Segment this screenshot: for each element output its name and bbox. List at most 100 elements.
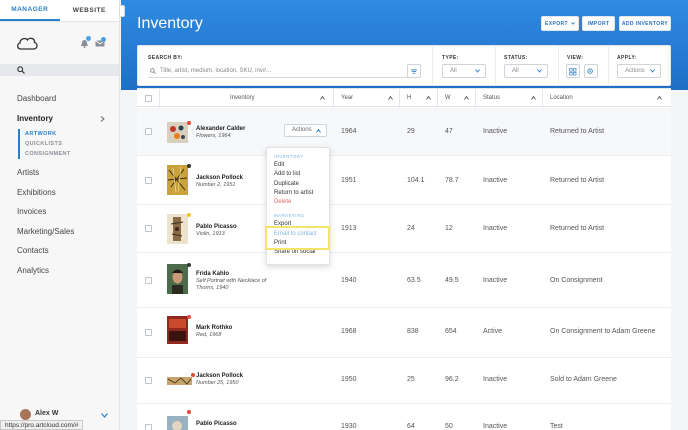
artist-name[interactable]: Pablo Picasso [196, 224, 237, 230]
artist-name[interactable]: Alexander Calder [196, 126, 245, 132]
artwork-thumbnail[interactable] [167, 264, 188, 294]
table-row[interactable]: Mark Rothko Red, 1968 1968 838 654 Activ… [137, 308, 671, 358]
table-row[interactable]: Jackson Pollock Number 25, 1950 1950 25 … [137, 358, 671, 404]
column-status[interactable]: Status [483, 89, 500, 108]
row-checkbox[interactable] [145, 225, 152, 232]
sidebar-item-label: Inventory [17, 113, 54, 123]
artwork-thumbnail[interactable] [167, 377, 192, 385]
year-cell: 1930 [341, 423, 357, 430]
sidebar-item-analytics[interactable]: Analytics [0, 261, 119, 281]
apply-actions-select[interactable]: Actions [617, 64, 661, 78]
menu-item-edit[interactable]: Edit [267, 161, 329, 170]
tab-website[interactable]: WEBSITE [59, 0, 119, 21]
artist-name[interactable]: Jackson Pollock [196, 373, 243, 379]
menu-item-add-to-list[interactable]: Add to list [267, 170, 329, 179]
artist-name[interactable]: Mark Rothko [196, 325, 232, 331]
status-value: All [512, 68, 519, 74]
type-select[interactable]: All [442, 64, 486, 78]
sort-icon[interactable] [531, 96, 536, 100]
divider [608, 46, 609, 86]
sidebar-item-inventory[interactable]: Inventory [0, 109, 119, 129]
menu-item-share-on-social[interactable]: Share on social [267, 248, 329, 257]
column-height[interactable]: H [407, 89, 411, 108]
table-row[interactable]: Alexander Calder Flowers, 1964 Actions 1… [137, 108, 671, 156]
menu-section-inventory: INVENTORY [274, 154, 304, 159]
settings-view-button[interactable] [584, 64, 598, 78]
menu-item-email-to-contact[interactable]: Email to contact [267, 230, 329, 239]
status-cell: Inactive [483, 423, 508, 430]
artwork-thumbnail[interactable] [167, 316, 188, 344]
status-select[interactable]: All [504, 64, 548, 78]
table-row[interactable]: Jackson Pollock Number 2, 1951 1951 104.… [137, 156, 671, 205]
menu-item-duplicate[interactable]: Duplicate [267, 180, 329, 189]
column-location[interactable]: Location [550, 89, 573, 108]
import-button[interactable]: IMPORT [582, 16, 615, 31]
sort-icon[interactable] [426, 96, 431, 100]
sidebar-search[interactable] [0, 64, 119, 76]
table-row[interactable]: Frida Kahlo Self Portrait with Necklace … [137, 253, 671, 308]
column-year[interactable]: Year [341, 89, 353, 108]
row-checkbox[interactable] [145, 377, 152, 384]
sidebar-item-artists[interactable]: Artists [0, 163, 119, 183]
artwork-title: Flowers, 1964 [196, 133, 231, 139]
height-cell: 838 [407, 328, 419, 335]
row-checkbox[interactable] [145, 424, 152, 430]
menu-item-print[interactable]: Print [267, 239, 329, 248]
location-cell: Returned to Artist [550, 128, 605, 135]
row-checkbox[interactable] [145, 128, 152, 135]
row-checkbox[interactable] [145, 329, 152, 336]
export-button[interactable]: EXPORT [541, 16, 579, 31]
width-cell: 47 [445, 128, 453, 135]
sidebar: MANAGER WEBSITE Dashboard Inventory ARTW… [0, 0, 120, 430]
search-input[interactable]: Title, artist, medium, location, SKU, in… [148, 65, 410, 78]
sort-icon[interactable] [464, 96, 469, 100]
sort-icon[interactable] [388, 96, 393, 100]
column-inventory[interactable]: Inventory [230, 89, 255, 108]
sidebar-item-contacts[interactable]: Contacts [0, 241, 119, 261]
width-cell: 96.2 [445, 376, 459, 383]
chevron-down-icon [475, 69, 480, 73]
sidebar-item-dashboard[interactable]: Dashboard [0, 89, 119, 109]
sort-icon[interactable] [657, 96, 662, 100]
sidebar-item-marketing-sales[interactable]: Marketing/Sales [0, 222, 119, 242]
select-all-checkbox[interactable] [145, 95, 152, 102]
row-checkbox[interactable] [145, 177, 152, 184]
height-cell: 24 [407, 225, 415, 232]
height-cell: 104.1 [407, 177, 425, 184]
add-inventory-button[interactable]: ADD INVENTORY [619, 16, 671, 31]
filter-button[interactable] [407, 64, 421, 78]
height-cell: 29 [407, 128, 415, 135]
artwork-thumbnail[interactable] [167, 165, 188, 195]
tab-manager[interactable]: MANAGER [0, 0, 60, 21]
export-label: EXPORT [545, 20, 568, 27]
status-dot [187, 263, 191, 267]
row-actions-button[interactable]: Actions [284, 124, 327, 137]
table-row[interactable]: Pablo Picasso Violin, 1913 1913 24 12 In… [137, 205, 671, 253]
sort-icon[interactable] [320, 96, 325, 100]
artwork-thumbnail[interactable] [167, 122, 188, 143]
artwork-thumbnail[interactable] [167, 214, 188, 244]
cloud-logo-icon[interactable] [16, 36, 38, 50]
sidebar-item-exhibitions[interactable]: Exhibitions [0, 183, 119, 203]
status-dot [187, 315, 191, 319]
sidebar-collapse-handle[interactable] [119, 5, 125, 17]
height-cell: 64 [407, 423, 415, 430]
subnav-artwork[interactable]: ARTWORK [25, 129, 119, 139]
artist-name[interactable]: Jackson Pollock [196, 175, 243, 181]
artwork-thumbnail[interactable] [167, 416, 188, 430]
status-cell: Active [483, 328, 503, 335]
grid-view-button[interactable] [566, 64, 580, 78]
brand-row [0, 22, 119, 64]
status-bar-url: https://pro.artcloud.com/# [0, 420, 84, 430]
menu-item-delete[interactable]: Delete [267, 198, 329, 207]
menu-item-return-to-artist[interactable]: Return to artist [267, 189, 329, 198]
subnav-consignment[interactable]: CONSIGNMENT [25, 149, 119, 159]
column-width[interactable]: W [445, 89, 451, 108]
row-checkbox[interactable] [145, 277, 152, 284]
table-row[interactable]: Pablo Picasso 1930 64 50 Inactive Test [137, 404, 671, 430]
artist-name[interactable]: Pablo Picasso [196, 421, 237, 427]
sidebar-item-invoices[interactable]: Invoices [0, 202, 119, 222]
menu-item-export[interactable]: Export [267, 220, 329, 229]
artist-name[interactable]: Frida Kahlo [196, 271, 229, 277]
subnav-quicklists[interactable]: QUICKLISTS [25, 139, 119, 149]
